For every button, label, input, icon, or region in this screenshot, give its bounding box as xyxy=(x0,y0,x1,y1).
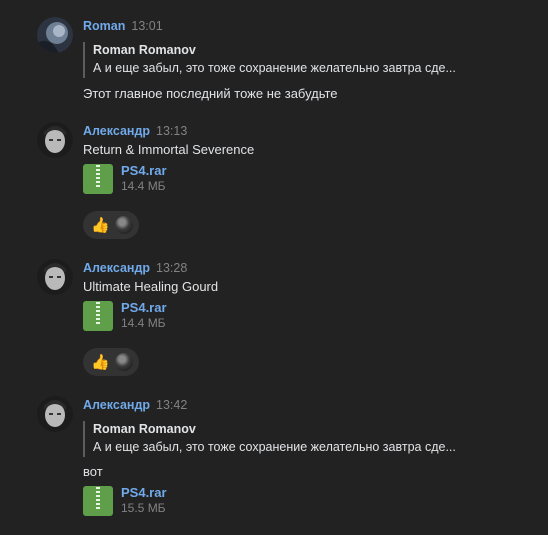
avatar[interactable] xyxy=(37,17,73,53)
message-text: Return & Immortal Severence xyxy=(83,142,255,157)
message-text: Ultimate Healing Gourd xyxy=(83,279,219,294)
file-size: 14.4 МБ xyxy=(121,179,166,193)
message-time: 13:01 xyxy=(131,19,163,33)
file-name[interactable]: PS4.rar xyxy=(121,163,167,179)
author-name[interactable]: Александр xyxy=(83,261,150,275)
archive-icon[interactable] xyxy=(83,486,113,516)
author-name[interactable]: Roman xyxy=(83,19,125,33)
message-text: Этот главное последний тоже не забудьте xyxy=(83,86,338,101)
message-text: вот xyxy=(83,464,103,479)
reply-author: Roman Romanov xyxy=(93,422,196,436)
author-line: Александр 13:13 xyxy=(83,124,187,139)
reactions[interactable]: 👍 xyxy=(83,348,139,376)
reply-text: А и еще забыл, это тоже сохранение желат… xyxy=(93,440,456,454)
archive-icon[interactable] xyxy=(83,301,113,331)
file-attachment[interactable]: PS4.rar 14.4 МБ xyxy=(83,300,283,331)
file-name[interactable]: PS4.rar xyxy=(121,485,167,501)
file-size: 14.4 МБ xyxy=(121,316,166,330)
reactor-avatar xyxy=(115,216,133,234)
file-size: 15.5 МБ xyxy=(121,501,166,515)
reply-text: А и еще забыл, это тоже сохранение желат… xyxy=(93,61,456,75)
reply-author: Roman Romanov xyxy=(93,43,196,57)
thumbs-up-icon[interactable]: 👍 xyxy=(91,354,110,370)
avatar[interactable] xyxy=(37,122,73,158)
message-time: 13:42 xyxy=(156,398,188,412)
archive-icon[interactable] xyxy=(83,164,113,194)
author-line: Александр 13:42 xyxy=(83,398,187,413)
message-time: 13:28 xyxy=(156,261,188,275)
author-line: Александр 13:28 xyxy=(83,261,187,276)
avatar[interactable] xyxy=(37,259,73,295)
reactor-avatar xyxy=(115,353,133,371)
author-name[interactable]: Александр xyxy=(83,398,150,412)
file-attachment[interactable]: PS4.rar 15.5 МБ xyxy=(83,485,283,516)
reactions[interactable]: 👍 xyxy=(83,211,139,239)
author-name[interactable]: Александр xyxy=(83,124,150,138)
reply-quote[interactable]: Roman Romanov А и еще забыл, это тоже со… xyxy=(83,421,493,457)
message-time: 13:13 xyxy=(156,124,188,138)
file-name[interactable]: PS4.rar xyxy=(121,300,167,316)
reply-quote[interactable]: Roman Romanov А и еще забыл, это тоже со… xyxy=(83,42,493,78)
author-line: Roman 13:01 xyxy=(83,19,163,34)
file-attachment[interactable]: PS4.rar 14.4 МБ xyxy=(83,163,283,194)
avatar[interactable] xyxy=(37,396,73,432)
chat-history: Roman 13:01 Roman Romanov А и еще забыл, … xyxy=(0,0,548,535)
thumbs-up-icon[interactable]: 👍 xyxy=(91,217,110,233)
